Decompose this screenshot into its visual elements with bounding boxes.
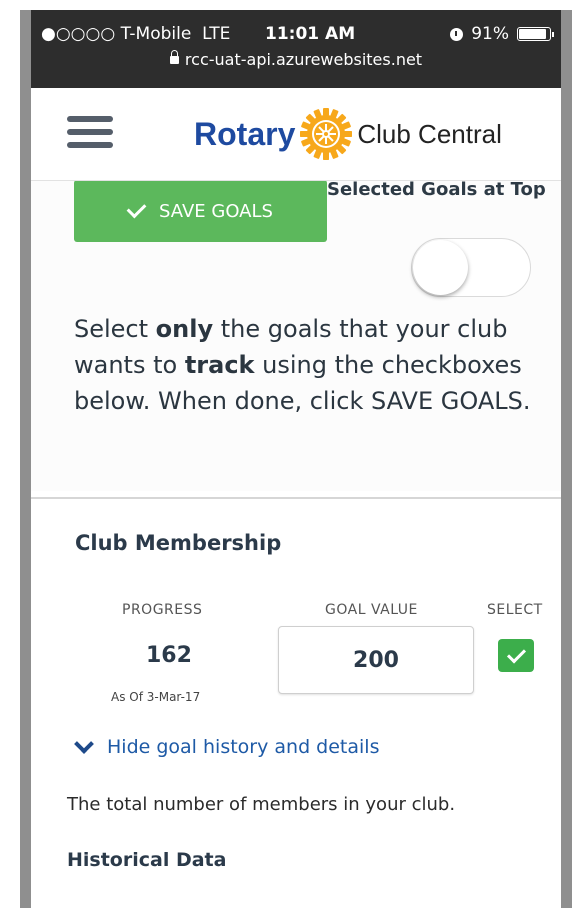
check-icon [126,198,147,219]
save-goals-button[interactable]: SAVE GOALS [74,181,327,242]
menu-bar [67,142,113,148]
menu-bar [67,129,113,135]
goal-value-header: GOAL VALUE [325,602,418,618]
instructions-part: Select [74,315,156,343]
menu-button[interactable] [67,116,113,150]
goal-value-input[interactable] [278,626,474,694]
save-goals-label: SAVE GOALS [159,200,273,222]
select-header: SELECT [487,602,543,618]
address-bar[interactable]: rcc-uat-api.azurewebsites.net [31,50,561,69]
battery-level [519,29,547,39]
progress-header: PROGRESS [122,602,203,618]
phone-frame: ●○○○○ T-Mobile LTE 11:01 AM 91% rcc-uat-… [20,10,572,908]
hide-details-link[interactable]: Hide goal history and details [73,734,380,758]
clock: 11:01 AM [265,24,356,44]
select-checkbox[interactable] [498,639,534,672]
url-text: rcc-uat-api.azurewebsites.net [184,50,423,69]
main-content: SAVE GOALS Selected Goals at Top Select … [31,181,561,908]
chevron-down-icon [74,734,94,754]
as-of-date: As Of 3-Mar-17 [111,690,201,704]
instructions-emphasis: only [155,315,214,343]
progress-value: 162 [146,643,192,668]
product-name: Club Central [357,118,502,149]
goal-options-panel: SAVE GOALS Selected Goals at Top Select … [31,181,561,491]
checkmark-icon [506,644,527,664]
goal-description: The total number of members in your club… [67,794,456,815]
hide-details-label: Hide goal history and details [107,736,380,758]
app-header: Rotary Club Central [31,88,561,181]
status-bar: ●○○○○ T-Mobile LTE 11:01 AM 91% rcc-uat-… [31,10,561,88]
toggle-knob [413,240,468,295]
historical-data-heading: Historical Data [67,849,227,871]
instructions-text: Select only the goals that your club wan… [74,311,544,419]
battery-percent: 91% [471,24,509,44]
battery-icon [517,27,554,41]
alarm-icon [450,27,464,41]
goal-title: Club Membership [75,531,282,555]
brand-logo[interactable]: Rotary Club Central [194,108,502,160]
network-label: LTE [202,24,231,44]
section-divider [31,497,561,499]
lock-icon [169,50,179,64]
status-right: 91% [450,24,554,44]
status-row: ●○○○○ T-Mobile LTE 11:01 AM 91% [41,24,554,46]
selected-top-label: Selected Goals at Top [327,181,546,200]
carrier-info: ●○○○○ T-Mobile LTE [41,24,230,44]
instructions-emphasis: track [184,351,255,379]
rotary-wheel-icon [300,108,353,160]
menu-bar [67,116,113,122]
carrier-label: ●○○○○ T-Mobile [41,24,192,44]
selected-top-toggle[interactable] [411,238,531,297]
brand-name: Rotary [194,115,296,152]
